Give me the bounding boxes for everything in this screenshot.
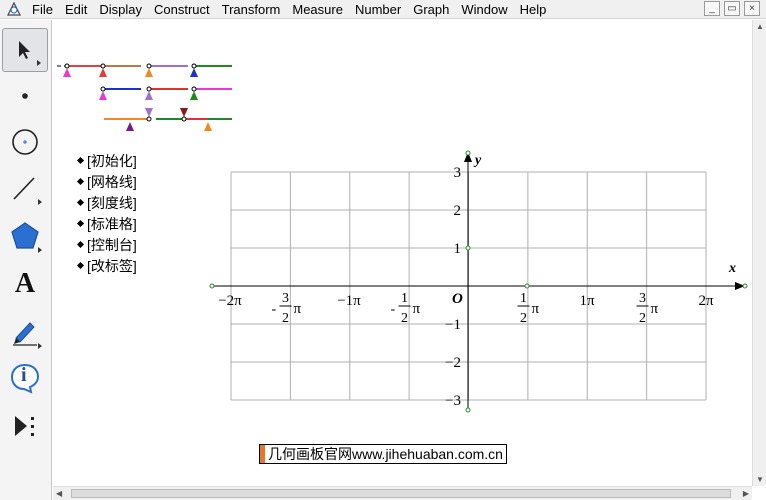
x-axis-label: x (728, 261, 736, 276)
submenu-indicator-icon (38, 247, 42, 253)
menu-window[interactable]: Window (455, 0, 513, 19)
scroll-right-icon[interactable]: ▶ (743, 489, 749, 498)
fraction-pi: π (651, 301, 659, 317)
x-tick-label: 2π (698, 293, 714, 309)
arrow-tool[interactable] (2, 28, 48, 72)
info-glyph: i (21, 364, 27, 386)
polygon-icon (11, 222, 39, 249)
custom-tool-icon (15, 416, 34, 436)
restore-button[interactable]: ▭ (724, 1, 740, 16)
x-tick-fraction-label: 3 2π (636, 291, 659, 326)
x-tick-fraction-label: 1 2π (517, 291, 540, 326)
fraction-numerator: 1 (401, 291, 408, 306)
y-tick-labels: 3 2 1 −1 −2 −3 (445, 165, 461, 409)
document-window-controls: _ ▭ × (704, 1, 760, 16)
close-button[interactable]: × (744, 1, 760, 16)
watermark-accent (260, 445, 265, 463)
menu-edit[interactable]: Edit (59, 0, 93, 19)
x-tick-fraction-label: 1 2π - (391, 291, 421, 326)
menu-help[interactable]: Help (514, 0, 553, 19)
fraction-numerator: 1 (520, 291, 527, 306)
x-tick-labels: −2π 32π-−1π 12π-12π 1π 32π 2π (218, 291, 714, 326)
information-tool[interactable]: i (2, 356, 48, 400)
menu-measure[interactable]: Measure (286, 0, 349, 19)
fraction-numerator: 3 (639, 291, 646, 306)
watermark-label: 几何画板官网www.jihehuaban.com.cn (259, 444, 507, 464)
menu-display[interactable]: Display (93, 0, 148, 19)
arrow-select-icon (19, 41, 30, 59)
slider-row-3[interactable] (104, 108, 232, 131)
fraction-pi: π (532, 301, 540, 317)
fraction-denominator: 2 (639, 311, 646, 326)
point-icon (22, 93, 28, 99)
slider-row-2[interactable] (99, 86, 232, 100)
y-tick-label: −3 (445, 393, 461, 409)
x-tick-label: 1π (579, 293, 595, 309)
marker-tool[interactable] (2, 310, 48, 354)
submenu-indicator-icon (37, 60, 41, 66)
fraction-denominator: 2 (401, 311, 408, 326)
compass-tool[interactable] (2, 120, 48, 164)
scroll-left-icon[interactable]: ◀ (56, 489, 62, 498)
y-tick-label: 3 (454, 165, 462, 181)
y-tick-label: 1 (454, 241, 462, 257)
menu-number[interactable]: Number (349, 0, 407, 19)
fraction-sign: - (272, 302, 277, 317)
segment-icon (13, 177, 35, 200)
y-axis-label: y (473, 153, 482, 168)
sketchpad-window: File Edit Display Construct Transform Me… (0, 0, 766, 500)
scroll-up-icon[interactable]: ▲ (756, 22, 764, 31)
fraction-pi: π (413, 301, 421, 317)
menu-bar: File Edit Display Construct Transform Me… (0, 0, 766, 19)
polygon-tool[interactable] (2, 214, 48, 258)
fraction-pi: π (294, 301, 302, 317)
app-icon[interactable] (6, 1, 22, 17)
submenu-indicator-icon (38, 199, 42, 205)
fraction-denominator: 2 (520, 311, 527, 326)
point-tool[interactable] (2, 74, 48, 118)
slider-row-1[interactable] (57, 63, 232, 77)
fraction-numerator: 3 (282, 291, 289, 306)
fraction-denominator: 2 (282, 311, 289, 326)
toolbox: A i (0, 20, 52, 500)
y-axis[interactable] (464, 150, 472, 413)
scroll-down-icon[interactable]: ▼ (756, 475, 764, 484)
fraction-sign: - (391, 302, 396, 317)
y-tick-label: −2 (445, 355, 461, 371)
origin-label: O (452, 291, 463, 307)
x-tick-label: −2π (218, 293, 242, 309)
submenu-indicator-icon (38, 343, 42, 349)
x-tick-label: −1π (337, 293, 361, 309)
straightedge-tool[interactable] (2, 166, 48, 210)
menu-construct[interactable]: Construct (148, 0, 216, 19)
x-tick-fraction-label: 3 2π - (272, 291, 302, 326)
menu-file[interactable]: File (26, 0, 59, 19)
minimize-button[interactable]: _ (704, 1, 720, 16)
text-a-icon: A (14, 268, 36, 299)
menu-graph[interactable]: Graph (407, 0, 455, 19)
circle-icon (12, 129, 38, 155)
y-tick-label: 2 (454, 203, 462, 219)
custom-tool[interactable] (2, 404, 48, 448)
y-tick-label: −1 (445, 317, 461, 333)
watermark-text: 几何画板官网www.jihehuaban.com.cn (268, 446, 503, 462)
parameter-sliders[interactable] (53, 20, 752, 140)
pen-icon (13, 322, 37, 346)
coordinate-graph[interactable]: x y O −2π 32π-−1π 12π-12π 1π 32π 2π 321−1−2−3 (53, 148, 752, 448)
text-tool[interactable]: A (2, 262, 48, 306)
menu-transform[interactable]: Transform (216, 0, 287, 19)
vertical-scrollbar[interactable]: ▲ ▼ (752, 20, 766, 486)
horizontal-scroll-thumb[interactable] (71, 489, 731, 498)
horizontal-scrollbar[interactable]: ◀ ▶ (53, 486, 752, 500)
sketch-canvas[interactable]: [初始化] [网格线] [刻度线] [标准格] [控制台] [改标签] x y … (53, 20, 752, 486)
